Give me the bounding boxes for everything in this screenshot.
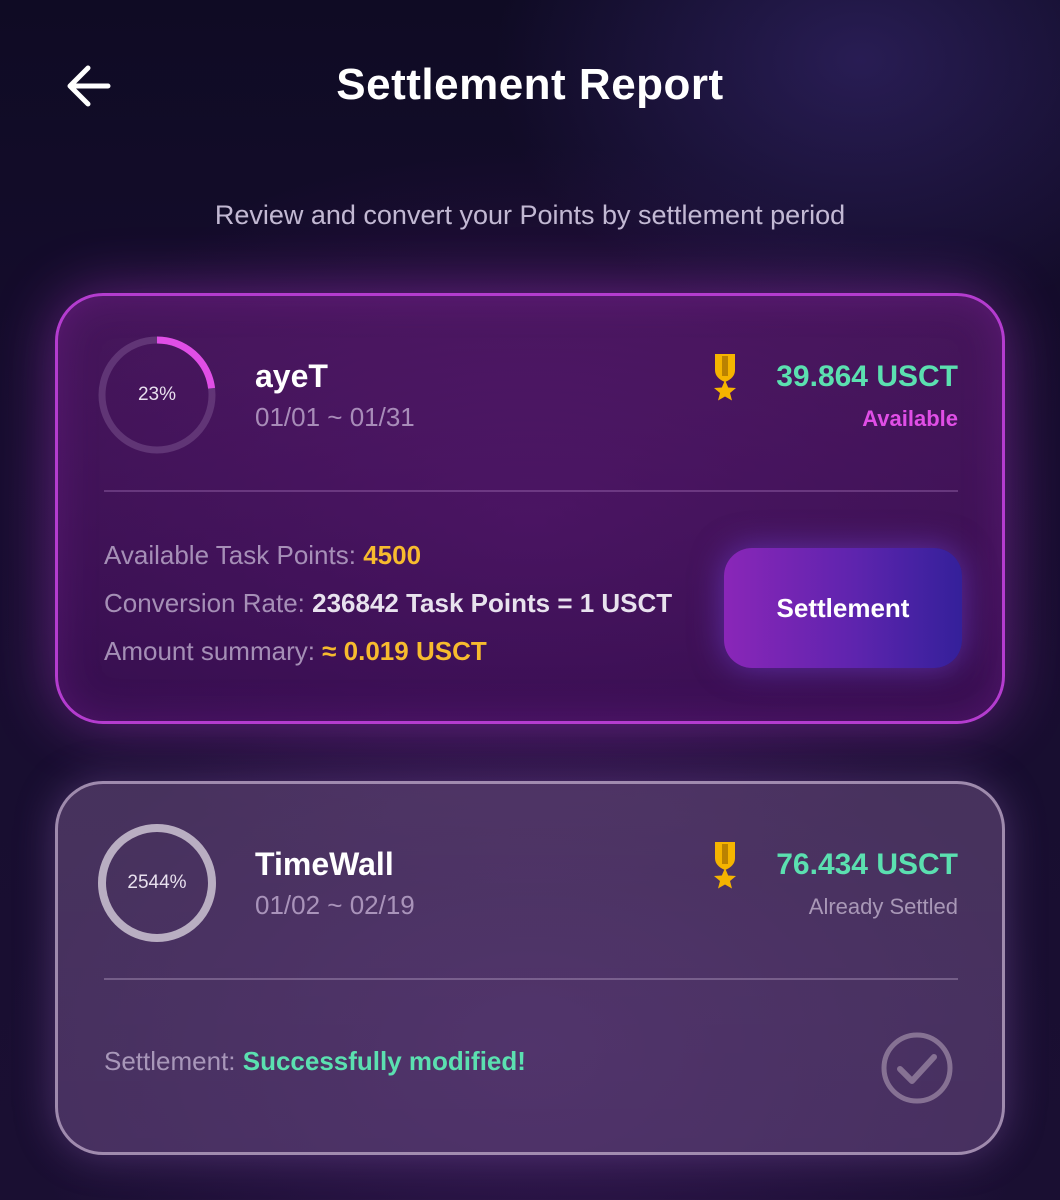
medal-icon [714, 842, 736, 889]
progress-percent: 2544% [127, 872, 187, 893]
progress-ring: 2544% [96, 822, 218, 944]
reward-amount: 39.864 USCT [776, 360, 958, 393]
status-badge: Already Settled [808, 894, 958, 919]
settlement-status-label: Settlement: [104, 1046, 243, 1076]
progress-ring: 23% [96, 334, 218, 456]
available-points-row: Available Task Points: 4500 [104, 540, 421, 571]
settlement-card-ayet: 23% ayeT 01/01 ~ 01/31 39.864 USCT Avail… [55, 293, 1005, 724]
settlement-card-timewall: 2544% TimeWall 01/02 ~ 02/19 76.434 USCT… [55, 781, 1005, 1155]
settlement-status-row: Settlement: Successfully modified! [104, 1046, 526, 1077]
medal-icon [714, 354, 736, 401]
header: Settlement Report [0, 0, 1060, 170]
status-badge: Available [862, 406, 958, 431]
available-points-value: 4500 [363, 540, 422, 570]
check-circle-icon [881, 1032, 953, 1104]
settlement-period: 01/01 ~ 01/31 [255, 402, 415, 432]
progress-percent: 23% [137, 384, 177, 405]
amount-summary-value: ≈ 0.019 USCT [322, 636, 487, 666]
provider-name: ayeT [255, 358, 328, 394]
amount-summary-row: Amount summary: ≈ 0.019 USCT [104, 636, 487, 667]
page-title: Settlement Report [336, 60, 724, 109]
settlement-button[interactable]: Settlement [724, 548, 962, 668]
reward-amount: 76.434 USCT [776, 848, 958, 881]
page-subtitle: Review and convert your Points by settle… [214, 200, 846, 230]
conversion-rate-row: Conversion Rate: 236842 Task Points = 1 … [104, 588, 672, 619]
divider [104, 490, 958, 492]
available-points-label: Available Task Points: [104, 540, 364, 570]
settlement-status-value: Successfully modified! [242, 1046, 526, 1076]
provider-name: TimeWall [255, 846, 394, 882]
conversion-rate-label: Conversion Rate: [104, 588, 313, 618]
settlement-period: 01/02 ~ 02/19 [255, 890, 415, 920]
divider [104, 978, 958, 980]
amount-summary-label: Amount summary: [104, 636, 323, 666]
conversion-rate-value: 236842 Task Points = 1 USCT [312, 588, 673, 618]
